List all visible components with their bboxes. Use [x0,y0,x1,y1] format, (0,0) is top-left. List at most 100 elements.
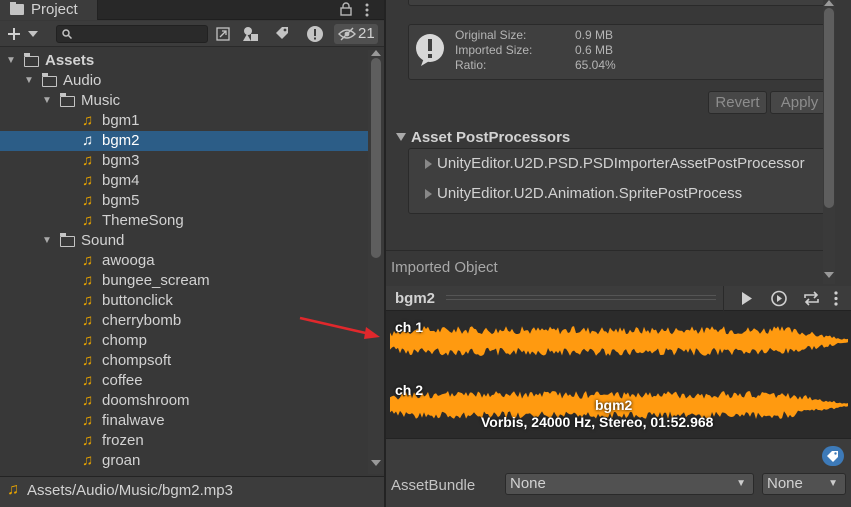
assetbundle-variant-dropdown[interactable]: None ▼ [762,473,846,495]
postprocessor-item[interactable]: UnityEditor.U2D.Animation.SpritePostProc… [409,183,828,205]
project-tree[interactable]: ▼ Assets ▼ Audio ▼ Music ♫ bgm1 ♫ bgm2 ♫ bgm3 ♫ bgm4 ♫… [0,50,368,476]
channel-2-label: ch 2 [395,382,424,398]
tree-item[interactable]: ♫ bungee_scream [0,271,368,291]
scroll-down-icon[interactable] [824,272,834,278]
audio-file-icon: ♫ [82,332,94,349]
assetbundle-name-dropdown[interactable]: None ▼ [505,473,754,495]
scroll-up-icon[interactable] [824,0,834,6]
preview-title: bgm2 [395,290,436,307]
audio-file-icon: ♫ [82,412,94,429]
tree-folder[interactable]: ▼ Assets [0,51,368,71]
loop-icon[interactable] [803,291,820,306]
more-icon[interactable] [364,2,370,18]
tree-item-label: awooga [102,252,155,269]
channel-1-waveform [390,326,848,356]
foldout-open-icon[interactable]: ▼ [42,231,52,251]
scene-icon [216,27,230,41]
project-panel: Project 21 ▼ Assets ▼ Audio ▼ Music ♫ bg… [0,0,384,507]
waveform-preview[interactable]: ch 1 ch 2 bgm2 Vorbis, 24000 Hz, Stereo,… [386,311,851,438]
info-icon [416,34,444,66]
lock-icon[interactable] [340,2,352,16]
more-icon[interactable] [833,290,839,307]
audio-file-icon: ♫ [82,392,94,409]
postprocessor-item-label: UnityEditor.U2D.Animation.SpritePostProc… [437,185,743,202]
log-filter-button[interactable] [304,24,326,44]
separator [723,286,724,311]
search-icon [62,29,72,39]
audio-file-icon: ♫ [82,132,94,149]
tree-item[interactable]: ♫ finalwave [0,411,368,431]
tree-item-label: bgm1 [102,112,140,129]
plus-icon [8,28,20,40]
play-icon[interactable] [741,292,753,305]
search-input[interactable] [56,25,208,43]
tree-folder[interactable]: ▼ Audio [0,71,368,91]
clip-info: Vorbis, 24000 Hz, Stereo, 01:52.968 [481,414,714,430]
tree-item[interactable]: ♫ bgm5 [0,191,368,211]
tree-item-label: Sound [81,232,125,249]
tree-scroll-thumb[interactable] [371,58,381,258]
tree-item[interactable]: ♫ bgm4 [0,171,368,191]
tree-item[interactable]: ♫ bgm2 [0,131,368,151]
scroll-down-icon[interactable] [371,460,381,466]
ratio-value: 65.04% [575,58,616,72]
tree-item-label: chomp [102,332,148,349]
project-toolbar: 21 [0,21,384,47]
scene-search-button[interactable] [212,24,234,44]
tree-item[interactable]: ♫ groan [0,451,368,471]
hidden-count: 21 [358,25,375,42]
imported-size-value: 0.6 MB [575,43,614,57]
tree-item[interactable]: ♫ ThemeSong [0,211,368,231]
preview-drag-handle[interactable] [446,295,716,300]
tree-item[interactable]: ♫ doomshroom [0,391,368,411]
auto-play-icon[interactable] [770,290,788,307]
chevron-down-icon: ▼ [736,478,746,489]
tree-item-label: bgm4 [102,172,140,189]
audio-file-icon: ♫ [82,212,94,229]
annotation-arrow [299,316,380,339]
hidden-packages-toggle[interactable]: 21 [334,24,378,44]
apply-button[interactable]: Apply [770,91,829,114]
folder-icon [23,53,39,67]
tree-item[interactable]: ♫ bgm3 [0,151,368,171]
tree-item[interactable]: ♫ frozen [0,431,368,451]
tree-item-label: cherrybomb [102,312,182,329]
type-filter-button[interactable] [240,24,262,44]
foldout-open-icon[interactable]: ▼ [24,71,34,91]
tree-item[interactable]: ♫ chompsoft [0,351,368,371]
foldout-open-icon[interactable]: ▼ [42,91,52,111]
create-dropdown[interactable] [6,24,42,44]
postprocessors-list: UnityEditor.U2D.PSD.PSDImporterAssetPost… [408,148,829,214]
tree-item[interactable]: ♫ awooga [0,251,368,271]
postprocessor-item[interactable]: UnityEditor.U2D.PSD.PSDImporterAssetPost… [409,153,828,175]
tree-folder[interactable]: ▼ Sound [0,231,368,251]
tree-item[interactable]: ♫ coffee [0,371,368,391]
selected-asset-path: Assets/Audio/Music/bgm2.mp3 [27,482,233,499]
folder-icon [41,73,57,87]
project-tab-bar: Project [0,0,384,20]
tree-item[interactable]: ♫ buttonclick [0,291,368,311]
tree-item-label: coffee [102,372,143,389]
audio-file-icon: ♫ [82,112,94,129]
scroll-up-icon[interactable] [371,50,381,56]
folder-icon [10,2,24,15]
foldout-open-icon[interactable]: ▼ [6,51,16,71]
audio-file-icon: ♫ [82,152,94,169]
tree-item-label: doomshroom [102,392,190,409]
revert-button[interactable]: Revert [708,91,767,114]
tree-item-label: Audio [63,72,102,89]
project-tab[interactable]: Project [0,0,98,20]
foldout-open-icon [396,133,406,141]
inspector-scrollbar[interactable] [823,0,835,284]
tree-item[interactable]: ♫ bgm1 [0,111,368,131]
postprocessors-foldout[interactable]: Asset PostProcessors [394,128,834,148]
label-filter-button[interactable] [271,24,293,44]
channel-1-label: ch 1 [395,319,424,335]
label-icon[interactable] [822,446,844,466]
chevron-down-icon [28,31,38,37]
tree-folder[interactable]: ▼ Music [0,91,368,111]
tree-item-label: chompsoft [102,352,172,369]
previous-section-box [408,0,829,6]
audio-file-icon: ♫ [82,372,94,389]
inspector-scroll-thumb[interactable] [824,8,834,208]
